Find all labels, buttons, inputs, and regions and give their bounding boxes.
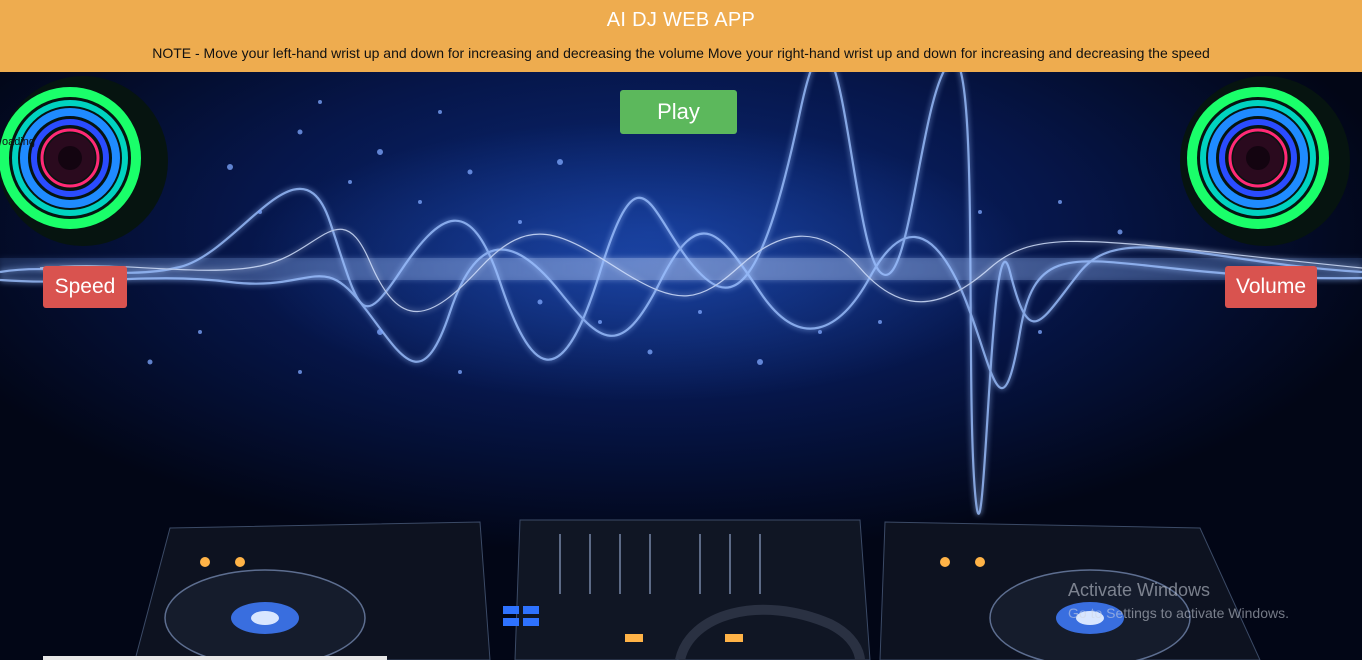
volume-button[interactable]: Volume [1225,266,1317,308]
loading-text: oading [2,136,36,148]
play-button[interactable]: Play [620,90,737,134]
left-speaker-graphic [0,76,168,246]
windows-activation-watermark: Activate Windows Go to Settings to activ… [1068,580,1289,621]
background-stage [0,72,1362,660]
app-title: AI DJ WEB APP [606,9,756,31]
speed-button[interactable]: Speed [43,266,127,308]
right-speaker-graphic [1180,76,1350,246]
instructions-note: NOTE - Move your left-hand wrist up and … [152,45,1210,61]
bottom-bar [43,656,387,660]
watermark-subtitle: Go to Settings to activate Windows. [1068,605,1289,621]
watermark-title: Activate Windows [1068,580,1211,600]
app-header: AI DJ WEB APP NOTE - Move your left-hand… [0,0,1362,72]
